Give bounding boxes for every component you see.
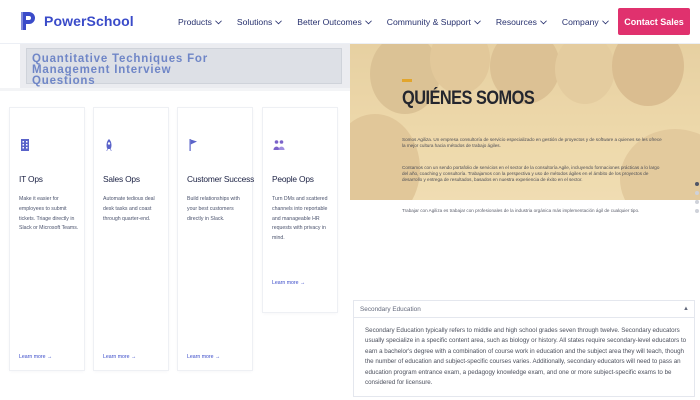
chevron-down-icon <box>275 19 283 24</box>
chevron-down-icon <box>601 19 609 24</box>
flag-icon <box>189 139 197 151</box>
nav-resources[interactable]: Resources <box>496 17 547 27</box>
contact-sales-button[interactable]: Contact Sales <box>618 8 690 35</box>
card-title: Customer Success <box>187 174 255 184</box>
card-description: Turn DMs and scattered channels into rep… <box>272 196 328 242</box>
slider-dot[interactable] <box>695 209 699 213</box>
chevron-down-icon <box>364 19 372 24</box>
powerschool-logo-icon <box>21 12 35 30</box>
card-it-ops: IT Ops Make it easier for employees to s… <box>10 108 84 370</box>
card-sales-ops: Sales Ops Automate tedious deal desk tas… <box>94 108 168 370</box>
nav-solutions-label: Solutions <box>236 17 273 27</box>
nav-better-outcomes[interactable]: Better Outcomes <box>297 17 372 27</box>
slider-dot[interactable] <box>695 191 699 195</box>
accent-bar <box>402 79 412 82</box>
top-navigation-bar: PowerSchool Products Solutions Better Ou… <box>0 0 700 44</box>
accordion-header[interactable]: Secondary Education ▲ <box>354 301 694 318</box>
hero-paragraph: Contamos con un sendo portafolio de serv… <box>402 165 660 183</box>
accordion-secondary-education: Secondary Education ▲ Secondary Educatio… <box>354 301 694 396</box>
card-description: Automate tedious deal desk tasks and coa… <box>103 196 155 222</box>
banner-line-3: Questions <box>32 75 96 87</box>
accordion-title: Secondary Education <box>360 306 421 313</box>
card-people-ops: People Ops Turn DMs and scattered channe… <box>263 108 337 312</box>
section-title: QUIÉNES SOMOS <box>402 88 535 109</box>
nav-company-label: Company <box>561 17 599 27</box>
main-nav: Products Solutions Better Outcomes Commu… <box>178 17 624 27</box>
hero-paragraph: Somos Agiliza. Un empresa consultoría de… <box>402 137 662 149</box>
chevron-down-icon <box>473 19 481 24</box>
nav-resources-label: Resources <box>495 17 537 27</box>
card-description: Build relationships with your best custo… <box>187 196 240 222</box>
nav-company[interactable]: Company <box>562 17 609 27</box>
hero-paragraph: Trabajar con Agiliza es trabajar con pro… <box>402 208 640 213</box>
chevron-up-icon: ▲ <box>683 306 689 312</box>
slider-dot[interactable] <box>695 200 699 204</box>
nav-community-support-label: Community & Support <box>386 17 471 27</box>
learn-more-link[interactable]: Learn more → <box>103 354 136 360</box>
divider <box>0 88 350 91</box>
card-title: People Ops <box>272 174 314 184</box>
card-description: Make it easier for employees to submit t… <box>19 196 79 232</box>
nav-products[interactable]: Products <box>178 17 222 27</box>
article-banner: Quantitative Techniques For Management I… <box>20 44 350 88</box>
slider-dot[interactable] <box>695 182 699 186</box>
powerschool-logo[interactable]: PowerSchool <box>18 10 134 32</box>
nav-better-outcomes-label: Better Outcomes <box>297 17 362 27</box>
chevron-down-icon <box>540 19 547 24</box>
slider-dots <box>694 182 700 218</box>
learn-more-link[interactable]: Learn more → <box>187 354 220 360</box>
nav-products-label: Products <box>178 17 212 27</box>
nav-community-support[interactable]: Community & Support <box>387 17 481 27</box>
accordion-body: Secondary Education typically refers to … <box>365 327 687 387</box>
rocket-icon <box>106 139 112 151</box>
learn-more-link[interactable]: Learn more → <box>19 354 52 360</box>
learn-more-link[interactable]: Learn more → <box>272 280 305 286</box>
banner-image: Quantitative Techniques For Management I… <box>26 48 342 87</box>
nav-solutions[interactable]: Solutions <box>236 17 283 27</box>
building-icon <box>21 139 29 151</box>
brand-name: PowerSchool <box>44 13 134 29</box>
card-title: Sales Ops <box>103 174 140 184</box>
card-title: IT Ops <box>19 174 43 184</box>
page: PowerSchool Products Solutions Better Ou… <box>0 0 700 400</box>
chevron-down-icon <box>215 19 222 24</box>
people-icon <box>273 140 285 150</box>
card-customer-success: Customer Success Build relationships wit… <box>178 108 255 370</box>
